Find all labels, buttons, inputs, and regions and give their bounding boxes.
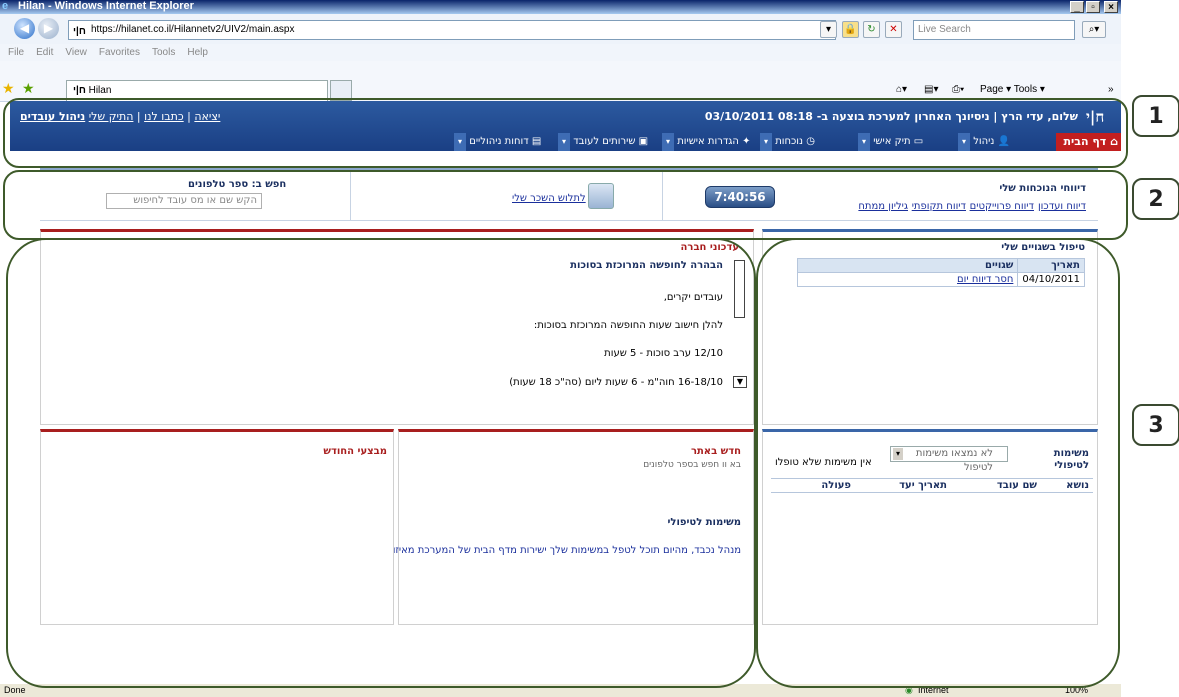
lock-icon[interactable]: 🔒 (842, 21, 859, 38)
close-window-button[interactable]: × (1104, 1, 1118, 13)
favorites-star-icon[interactable]: ★ (2, 81, 15, 97)
callout-box-1 (3, 98, 1128, 168)
window-title: Hilan - Windows Internet Explorer (18, 0, 194, 12)
menu-bar: File Edit View Favorites Tools Help (0, 44, 1121, 61)
search-go-icon[interactable]: ⌕▾ (1082, 21, 1106, 38)
page-tools-menu[interactable]: Page ▾ Tools ▾ (980, 84, 1045, 95)
menu-favorites[interactable]: Favorites (99, 47, 140, 58)
refresh-icon[interactable]: ↻ (863, 21, 880, 38)
callout-box-3-right (756, 238, 1120, 688)
tab-label: Hilan (88, 85, 112, 96)
callout-box-2 (3, 170, 1128, 240)
menu-tools[interactable]: Tools (152, 47, 175, 58)
annotation-badge-1: 1 (1132, 95, 1179, 137)
home-icon[interactable]: ⌂▾ (896, 84, 907, 95)
status-text: Done (4, 685, 26, 695)
annotation-badge-3: 3 (1132, 404, 1179, 446)
menu-edit[interactable]: Edit (36, 47, 53, 58)
site-favicon: ח|י (73, 26, 86, 37)
nav-buttons: ◀ ▶ (14, 18, 74, 40)
chevron-more-icon[interactable]: » (1108, 84, 1114, 95)
feeds-icon[interactable]: ▤▾ (924, 84, 938, 95)
search-input[interactable]: Live Search (913, 20, 1075, 40)
maximize-button[interactable]: ▫ (1086, 1, 1100, 13)
menu-help[interactable]: Help (187, 47, 208, 58)
annotation-badge-2: 2 (1132, 178, 1179, 220)
minimize-button[interactable]: _ (1070, 1, 1084, 13)
stop-icon[interactable]: ✕ (885, 21, 902, 38)
back-icon[interactable]: ◀ (14, 18, 35, 39)
callout-box-3-left (6, 238, 756, 688)
menu-file[interactable]: File (8, 47, 24, 58)
print-icon[interactable]: ⎙▾ (952, 84, 964, 95)
forward-icon[interactable]: ▶ (38, 18, 59, 39)
dropdown-icon[interactable]: ▾ (820, 21, 837, 38)
address-bar[interactable]: ח|י https://hilanet.co.il/Hilannetv2/UIV… (68, 20, 836, 40)
menu-view[interactable]: View (65, 47, 87, 58)
add-favorite-icon[interactable]: ★ (22, 81, 35, 97)
ie-logo-icon: e (2, 0, 9, 12)
command-bar: ⌂▾ ▤▾ ⎙▾ Page ▾ Tools ▾ » (880, 84, 1120, 98)
address-text: https://hilanet.co.il/Hilannetv2/UIV2/ma… (91, 24, 295, 35)
window-titlebar: e Hilan - Windows Internet Explorer _ ▫ … (0, 0, 1121, 14)
